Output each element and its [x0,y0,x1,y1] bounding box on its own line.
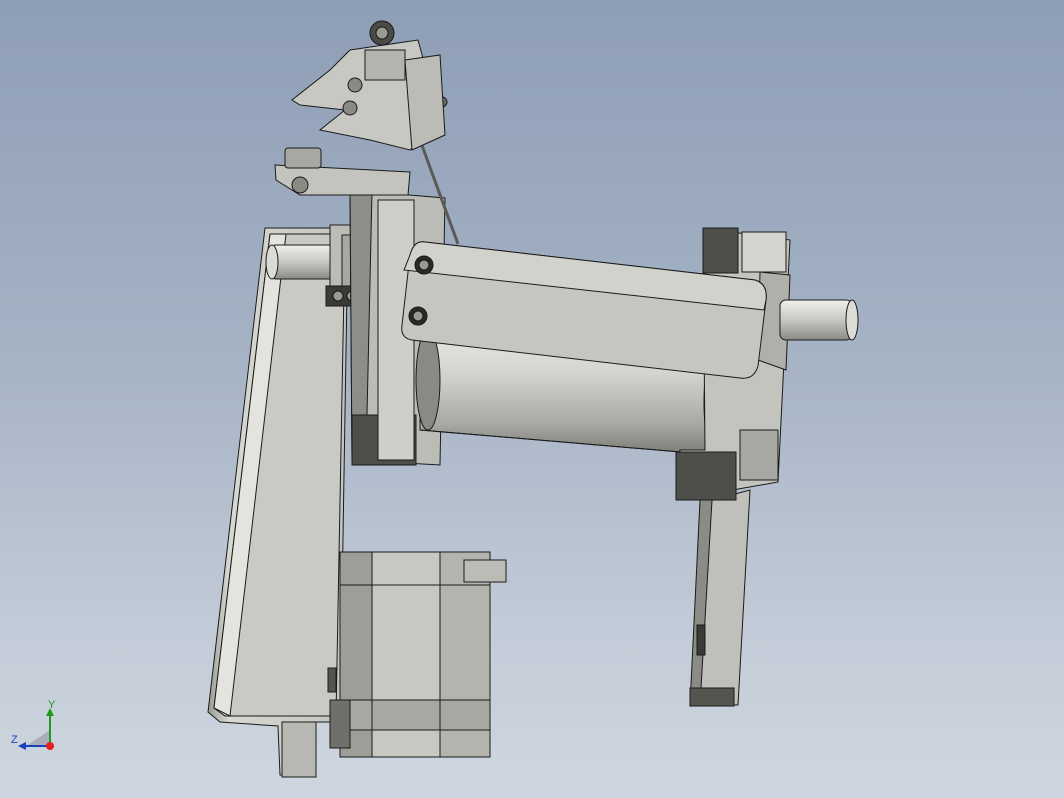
back-plate[interactable] [207,227,349,778]
triad-y-label: Y [48,699,56,711]
right-output-shaft[interactable] [779,299,859,341]
triad-z-label: Z [11,734,18,746]
view-orientation-triad: Y Z [8,700,68,760]
cad-model[interactable] [0,0,1064,798]
stepper-motor-lower[interactable] [327,551,507,758]
graphics-viewport[interactable]: Y Z [0,0,1064,798]
x-axis-origin [46,742,54,750]
right-bracket-arm[interactable] [689,489,751,707]
triad-icon [18,708,54,750]
